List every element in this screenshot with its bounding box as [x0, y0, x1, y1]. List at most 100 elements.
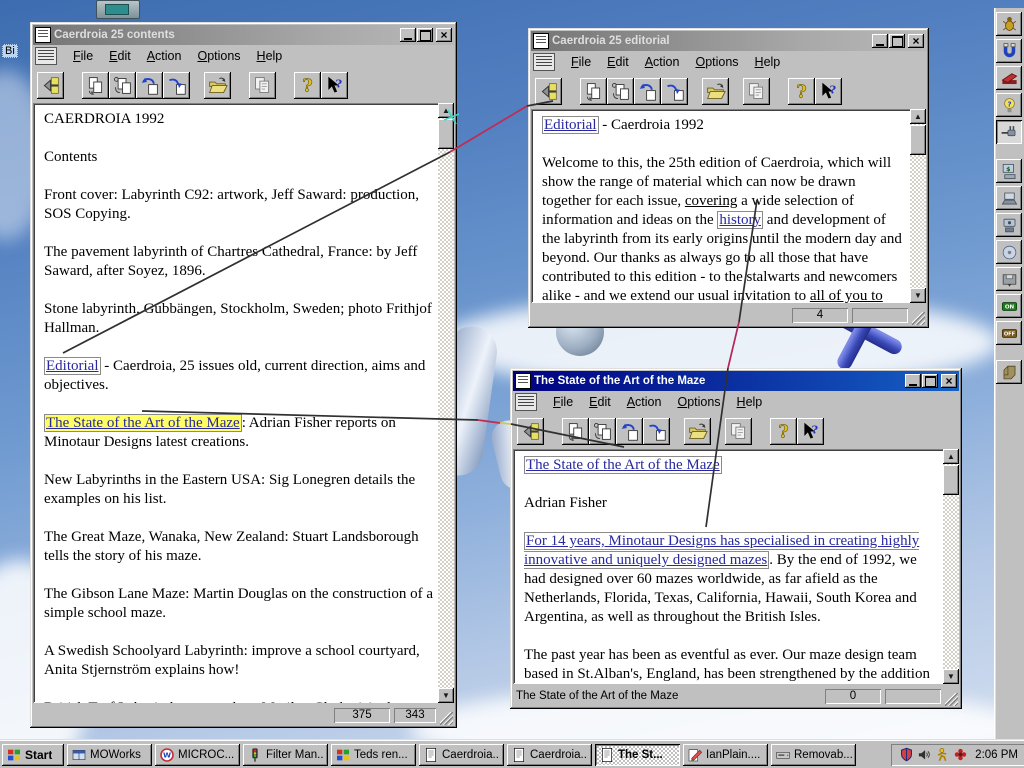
maximize-button[interactable] — [417, 28, 433, 42]
help-button[interactable] — [770, 417, 797, 445]
back-button[interactable] — [37, 71, 64, 99]
menu-edit[interactable]: Edit — [601, 54, 635, 70]
scroll-up-button[interactable]: ▲ — [910, 109, 926, 124]
search-pages-button[interactable] — [607, 77, 634, 105]
show-pages-button[interactable] — [562, 417, 589, 445]
menu-file[interactable]: File — [565, 54, 597, 70]
search-pages-button[interactable] — [109, 71, 136, 99]
laptop-icon[interactable] — [996, 186, 1022, 210]
finance-pc-icon[interactable] — [996, 159, 1022, 183]
jump-previous-button[interactable] — [634, 77, 661, 105]
minimize-button[interactable] — [872, 34, 888, 48]
vertical-scrollbar[interactable]: ▲ ▼ — [438, 103, 454, 703]
power-on-icon[interactable] — [996, 294, 1022, 318]
scroll-up-button[interactable]: ▲ — [438, 103, 454, 118]
jump-next-button[interactable] — [643, 417, 670, 445]
maximize-button[interactable] — [889, 34, 905, 48]
scroll-thumb[interactable] — [438, 119, 454, 149]
plug-icon[interactable] — [996, 120, 1022, 144]
taskbar-task-caerdroia[interactable]: Caerdroia... — [419, 743, 504, 766]
resize-grip[interactable] — [912, 312, 925, 325]
jump-previous-button[interactable] — [616, 417, 643, 445]
taskbar-task-teds-ren[interactable]: Teds ren... — [331, 743, 416, 766]
back-button[interactable] — [517, 417, 544, 445]
disk-icon[interactable] — [996, 267, 1022, 291]
titlebar[interactable]: Caerdroia 25 editorial × — [531, 31, 926, 51]
scroll-down-button[interactable]: ▼ — [910, 288, 926, 303]
jump-previous-button[interactable] — [136, 71, 163, 99]
menu-file[interactable]: File — [67, 48, 99, 64]
taskbar-task-removab[interactable]: Removab... — [771, 743, 856, 766]
titlebar[interactable]: The State of the Art of the Maze × — [513, 371, 959, 391]
vertical-scrollbar[interactable]: ▲ ▼ — [943, 449, 959, 684]
menu-options[interactable]: Options — [689, 54, 744, 70]
minimize-button[interactable] — [905, 374, 921, 388]
context-help-button[interactable] — [797, 417, 824, 445]
taskbar-task-filter-man[interactable]: Filter Man... — [243, 743, 328, 766]
close-button[interactable]: × — [941, 374, 957, 388]
copy-button[interactable] — [725, 417, 752, 445]
menu-action[interactable]: Action — [141, 48, 188, 64]
titlebar[interactable]: Caerdroia 25 contents × — [33, 25, 454, 45]
context-help-button[interactable] — [815, 77, 842, 105]
open-file-button[interactable] — [204, 71, 231, 99]
show-pages-button[interactable] — [580, 77, 607, 105]
help-button[interactable] — [788, 77, 815, 105]
menu-edit[interactable]: Edit — [583, 394, 617, 410]
menu-edit[interactable]: Edit — [103, 48, 137, 64]
maximize-button[interactable] — [922, 374, 938, 388]
open-file-button[interactable] — [702, 77, 729, 105]
menu-help[interactable]: Help — [251, 48, 289, 64]
menu-file[interactable]: File — [547, 394, 579, 410]
close-button[interactable]: × — [908, 34, 924, 48]
cd-icon[interactable] — [996, 240, 1022, 264]
vertical-scrollbar[interactable]: ▲ ▼ — [910, 109, 926, 303]
scroll-down-button[interactable]: ▼ — [438, 688, 454, 703]
hyperlink[interactable]: The State of the Art of the Maze — [524, 456, 722, 474]
scroll-up-button[interactable]: ▲ — [943, 449, 959, 464]
taskbar-task-the-st[interactable]: The St... — [595, 743, 680, 766]
minimize-button[interactable] — [400, 28, 416, 42]
volume-icon[interactable] — [917, 747, 932, 762]
scroll-thumb[interactable] — [910, 125, 926, 155]
taskbar-task-microc[interactable]: MICROC... — [155, 743, 240, 766]
partial-desktop-icon[interactable] — [96, 0, 140, 19]
jump-next-button[interactable] — [661, 77, 688, 105]
taskbar-task-moworks[interactable]: MOWorks — [67, 743, 152, 766]
magnet-icon[interactable] — [996, 39, 1022, 63]
lightbulb-help-icon[interactable] — [996, 93, 1022, 117]
menu-action[interactable]: Action — [639, 54, 686, 70]
messenger-icon[interactable] — [935, 747, 950, 762]
open-file-button[interactable] — [684, 417, 711, 445]
scroll-down-button[interactable]: ▼ — [943, 669, 959, 684]
copy-button[interactable] — [743, 77, 770, 105]
hyperlink[interactable]: The State of the Art of the Maze — [44, 414, 242, 432]
desktop-icon-label[interactable]: Bi — [2, 44, 18, 58]
hyperlink[interactable]: history — [717, 211, 764, 229]
show-pages-button[interactable] — [82, 71, 109, 99]
taskbar-task-ianplain[interactable]: IanPlain.... — [683, 743, 768, 766]
copy-button[interactable] — [249, 71, 276, 99]
help-button[interactable] — [294, 71, 321, 99]
gadget-icon[interactable] — [996, 213, 1022, 237]
back-button[interactable] — [535, 77, 562, 105]
resize-grip[interactable] — [945, 693, 958, 706]
power-off-icon[interactable] — [996, 321, 1022, 345]
menu-help[interactable]: Help — [749, 54, 787, 70]
hyperlink[interactable]: Editorial — [44, 357, 101, 375]
stapler-icon[interactable] — [996, 66, 1022, 90]
menu-options[interactable]: Options — [671, 394, 726, 410]
bug-icon[interactable] — [996, 12, 1022, 36]
menu-options[interactable]: Options — [191, 48, 246, 64]
hyperlink[interactable]: Editorial — [542, 116, 599, 134]
shield-icon[interactable] — [899, 747, 914, 762]
clock[interactable]: 2:06 PM — [975, 749, 1018, 761]
menu-action[interactable]: Action — [621, 394, 668, 410]
start-button[interactable]: Start — [2, 743, 64, 766]
context-help-button[interactable] — [321, 71, 348, 99]
search-pages-button[interactable] — [589, 417, 616, 445]
jump-next-button[interactable] — [163, 71, 190, 99]
scroll-thumb[interactable] — [943, 465, 959, 495]
close-button[interactable]: × — [436, 28, 452, 42]
bag-icon[interactable] — [996, 360, 1022, 384]
